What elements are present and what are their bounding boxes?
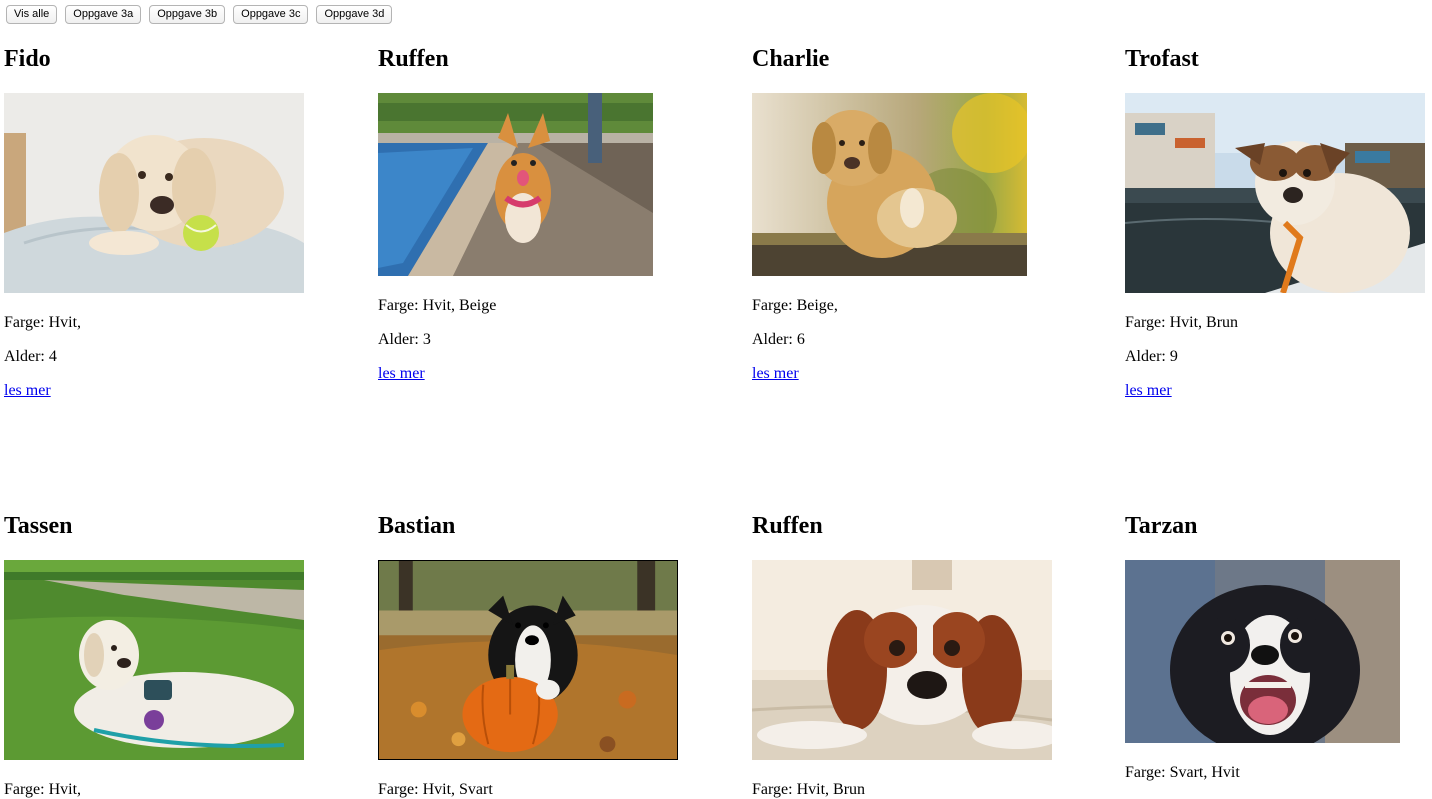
oppgave-3c-button[interactable]: Oppgave 3c <box>233 5 309 24</box>
dog-age: Alder: 9 <box>1125 348 1178 365</box>
les-mer-link[interactable]: les mer <box>378 364 425 383</box>
dog-age: Alder: 3 <box>378 331 431 348</box>
dog-name: Tarzan <box>1125 513 1198 539</box>
dog-card: Ruffen Farge: Hvit, Beige Alder: 3 les m… <box>378 45 708 382</box>
dog-name: Trofast <box>1125 46 1199 72</box>
les-mer-link[interactable]: les mer <box>1125 381 1172 400</box>
dog-photo <box>752 93 1027 276</box>
dog-age: Alder: 4 <box>4 348 57 365</box>
dog-photo <box>378 93 653 276</box>
dog-name: Charlie <box>752 46 830 72</box>
dog-card: Ruffen Farge: Hvit, Brun <box>752 512 1082 798</box>
dog-photo <box>4 560 304 760</box>
les-mer-link[interactable]: les mer <box>752 364 799 383</box>
dog-color: Farge: Hvit, <box>4 314 82 331</box>
dog-card: Tarzan Farge: Svart, Hvit <box>1125 512 1432 781</box>
dog-name: Ruffen <box>378 46 449 72</box>
dog-name: Ruffen <box>752 513 823 539</box>
oppgave-3a-button[interactable]: Oppgave 3a <box>65 5 142 24</box>
oppgave-3d-button[interactable]: Oppgave 3d <box>316 5 393 24</box>
dog-color: Farge: Svart, Hvit <box>1125 764 1240 781</box>
dog-color: Farge: Beige, <box>752 297 838 314</box>
filter-toolbar: Vis alle Oppgave 3a Oppgave 3b Oppgave 3… <box>6 5 393 24</box>
dog-name: Tassen <box>4 513 73 539</box>
dog-photo <box>378 560 678 760</box>
dog-color: Farge: Hvit, Brun <box>1125 314 1239 331</box>
dog-name: Fido <box>4 46 51 72</box>
les-mer-link[interactable]: les mer <box>4 381 51 400</box>
dog-card: Fido Farge: Hvit, Alder: 4 les mer <box>4 45 334 399</box>
dog-name: Bastian <box>378 513 456 539</box>
dog-card: Tassen Farge: Hvit, <box>4 512 334 798</box>
vis-alle-button[interactable]: Vis alle <box>6 5 58 24</box>
dog-card: Bastian Farge: Hvit, Svart <box>378 512 708 798</box>
dog-photo <box>752 560 1052 760</box>
dog-photo <box>1125 560 1400 743</box>
dog-card: Charlie Farge: Beige, Alder: 6 les mer <box>752 45 1082 382</box>
oppgave-3b-button[interactable]: Oppgave 3b <box>149 5 226 24</box>
dog-photo <box>1125 93 1425 293</box>
dog-card: Trofast Farge: Hvit, Brun Alder: 9 les m… <box>1125 45 1432 399</box>
dog-color: Farge: Hvit, Svart <box>378 781 493 798</box>
dog-color: Farge: Hvit, <box>4 781 82 798</box>
dog-age: Alder: 6 <box>752 331 805 348</box>
dog-color: Farge: Hvit, Beige <box>378 297 497 314</box>
dog-photo <box>4 93 304 293</box>
dog-color: Farge: Hvit, Brun <box>752 781 866 798</box>
